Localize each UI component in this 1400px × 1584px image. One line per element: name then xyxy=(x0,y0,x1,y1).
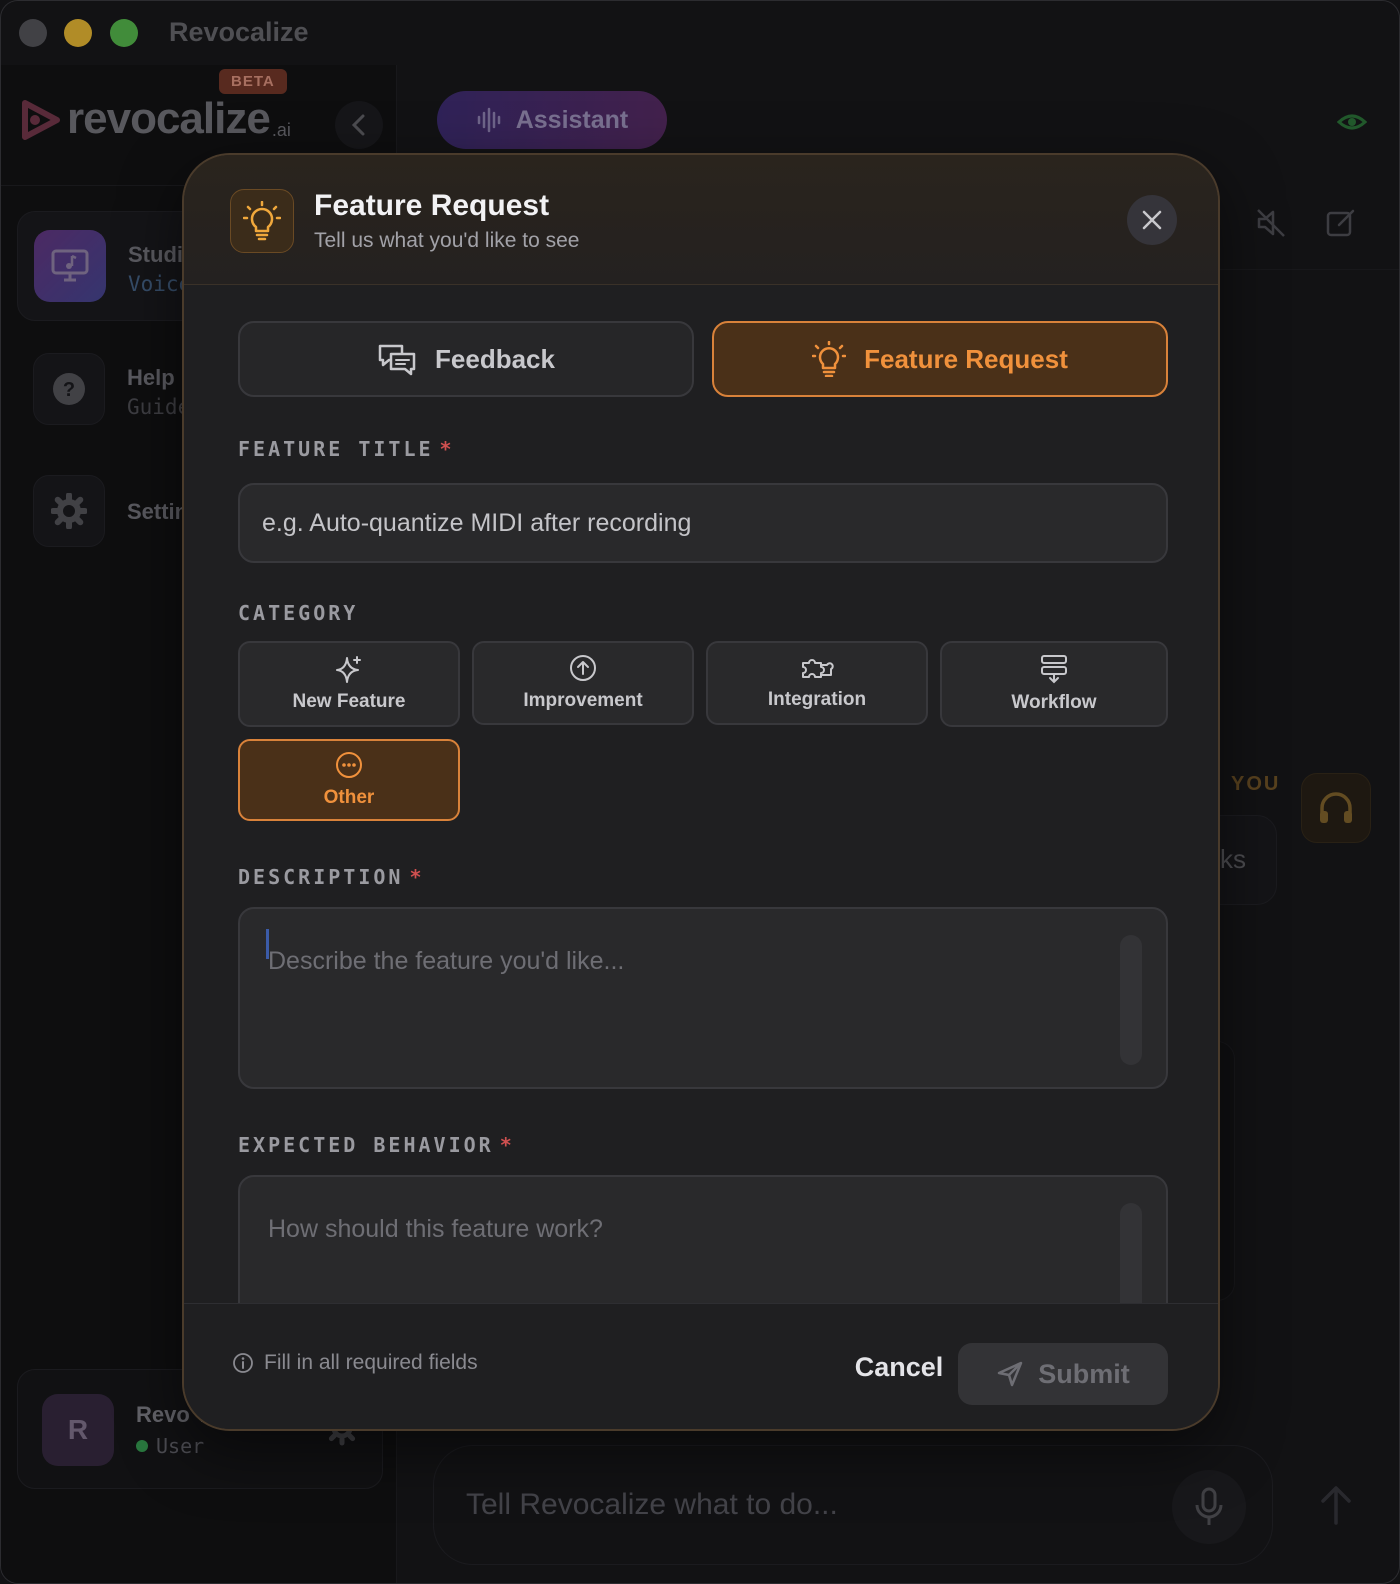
section-label-text: EXPECTED BEHAVIOR xyxy=(238,1133,494,1157)
submit-label: Submit xyxy=(1038,1358,1130,1389)
hint-text: Fill in all required fields xyxy=(264,1351,478,1374)
modal-close-button[interactable] xyxy=(1127,195,1177,245)
description-placeholder: Describe the feature you'd like... xyxy=(268,947,625,975)
category-label-text: Improvement xyxy=(523,690,643,711)
expected-behavior-label: EXPECTED BEHAVIOR * xyxy=(238,1133,515,1157)
workflow-icon xyxy=(1041,655,1067,684)
chat-bubbles-icon xyxy=(378,344,416,376)
required-fields-hint: Fill in all required fields xyxy=(232,1351,478,1375)
category-label-text: New Feature xyxy=(292,691,406,712)
lightbulb-icon xyxy=(812,341,847,377)
feature-title-label: FEATURE TITLE * xyxy=(238,437,455,461)
modal-subtitle: Tell us what you'd like to see xyxy=(314,229,580,252)
tab-label: Feature Request xyxy=(864,343,1068,374)
dots-circle-icon xyxy=(336,752,362,778)
modal-header-divider xyxy=(184,284,1218,285)
lightbulb-icon xyxy=(243,201,281,241)
category-improvement[interactable]: Improvement xyxy=(472,641,694,725)
send-icon xyxy=(998,1361,1023,1387)
category-workflow[interactable]: Workflow xyxy=(940,641,1168,727)
description-label: DESCRIPTION * xyxy=(238,865,425,889)
feature-title-input[interactable]: e.g. Auto-quantize MIDI after recording xyxy=(238,483,1168,563)
required-mark: * xyxy=(409,865,425,889)
arrow-up-circle-icon xyxy=(570,655,596,681)
info-icon xyxy=(233,1353,253,1373)
cancel-button[interactable]: Cancel xyxy=(834,1337,964,1397)
category-integration[interactable]: Integration xyxy=(706,641,928,725)
category-other[interactable]: Other xyxy=(238,739,460,821)
required-mark: * xyxy=(499,1133,515,1157)
header-lightbulb xyxy=(230,189,294,253)
tab-label: Feedback xyxy=(435,343,555,374)
app-window: Revocalize revocalize .ai BETA Studio Vo… xyxy=(0,0,1400,1584)
expected-behavior-placeholder: How should this feature work? xyxy=(268,1215,603,1243)
puzzle-icon xyxy=(802,659,834,678)
category-label-text: Integration xyxy=(767,689,867,710)
modal-title: Feature Request xyxy=(314,189,550,222)
tab-feature-request[interactable]: Feature Request xyxy=(712,321,1168,397)
category-label-text: Other xyxy=(323,787,375,808)
feature-request-modal: Feature Request Tell us what you'd like … xyxy=(182,153,1220,1431)
sparkle-icon xyxy=(336,656,361,683)
section-label-text: FEATURE TITLE xyxy=(238,437,434,461)
description-scrollbar[interactable] xyxy=(1120,935,1142,1065)
section-label-text: DESCRIPTION xyxy=(238,865,404,889)
required-mark: * xyxy=(439,437,455,461)
category-label: CATEGORY xyxy=(238,601,359,625)
tab-feedback[interactable]: Feedback xyxy=(238,321,694,397)
category-new-feature[interactable]: New Feature xyxy=(238,641,460,727)
category-label-text: Workflow xyxy=(1011,692,1097,713)
description-textarea[interactable]: Describe the feature you'd like... xyxy=(238,907,1168,1089)
close-icon xyxy=(1142,210,1162,230)
submit-button[interactable]: Submit xyxy=(958,1343,1168,1405)
